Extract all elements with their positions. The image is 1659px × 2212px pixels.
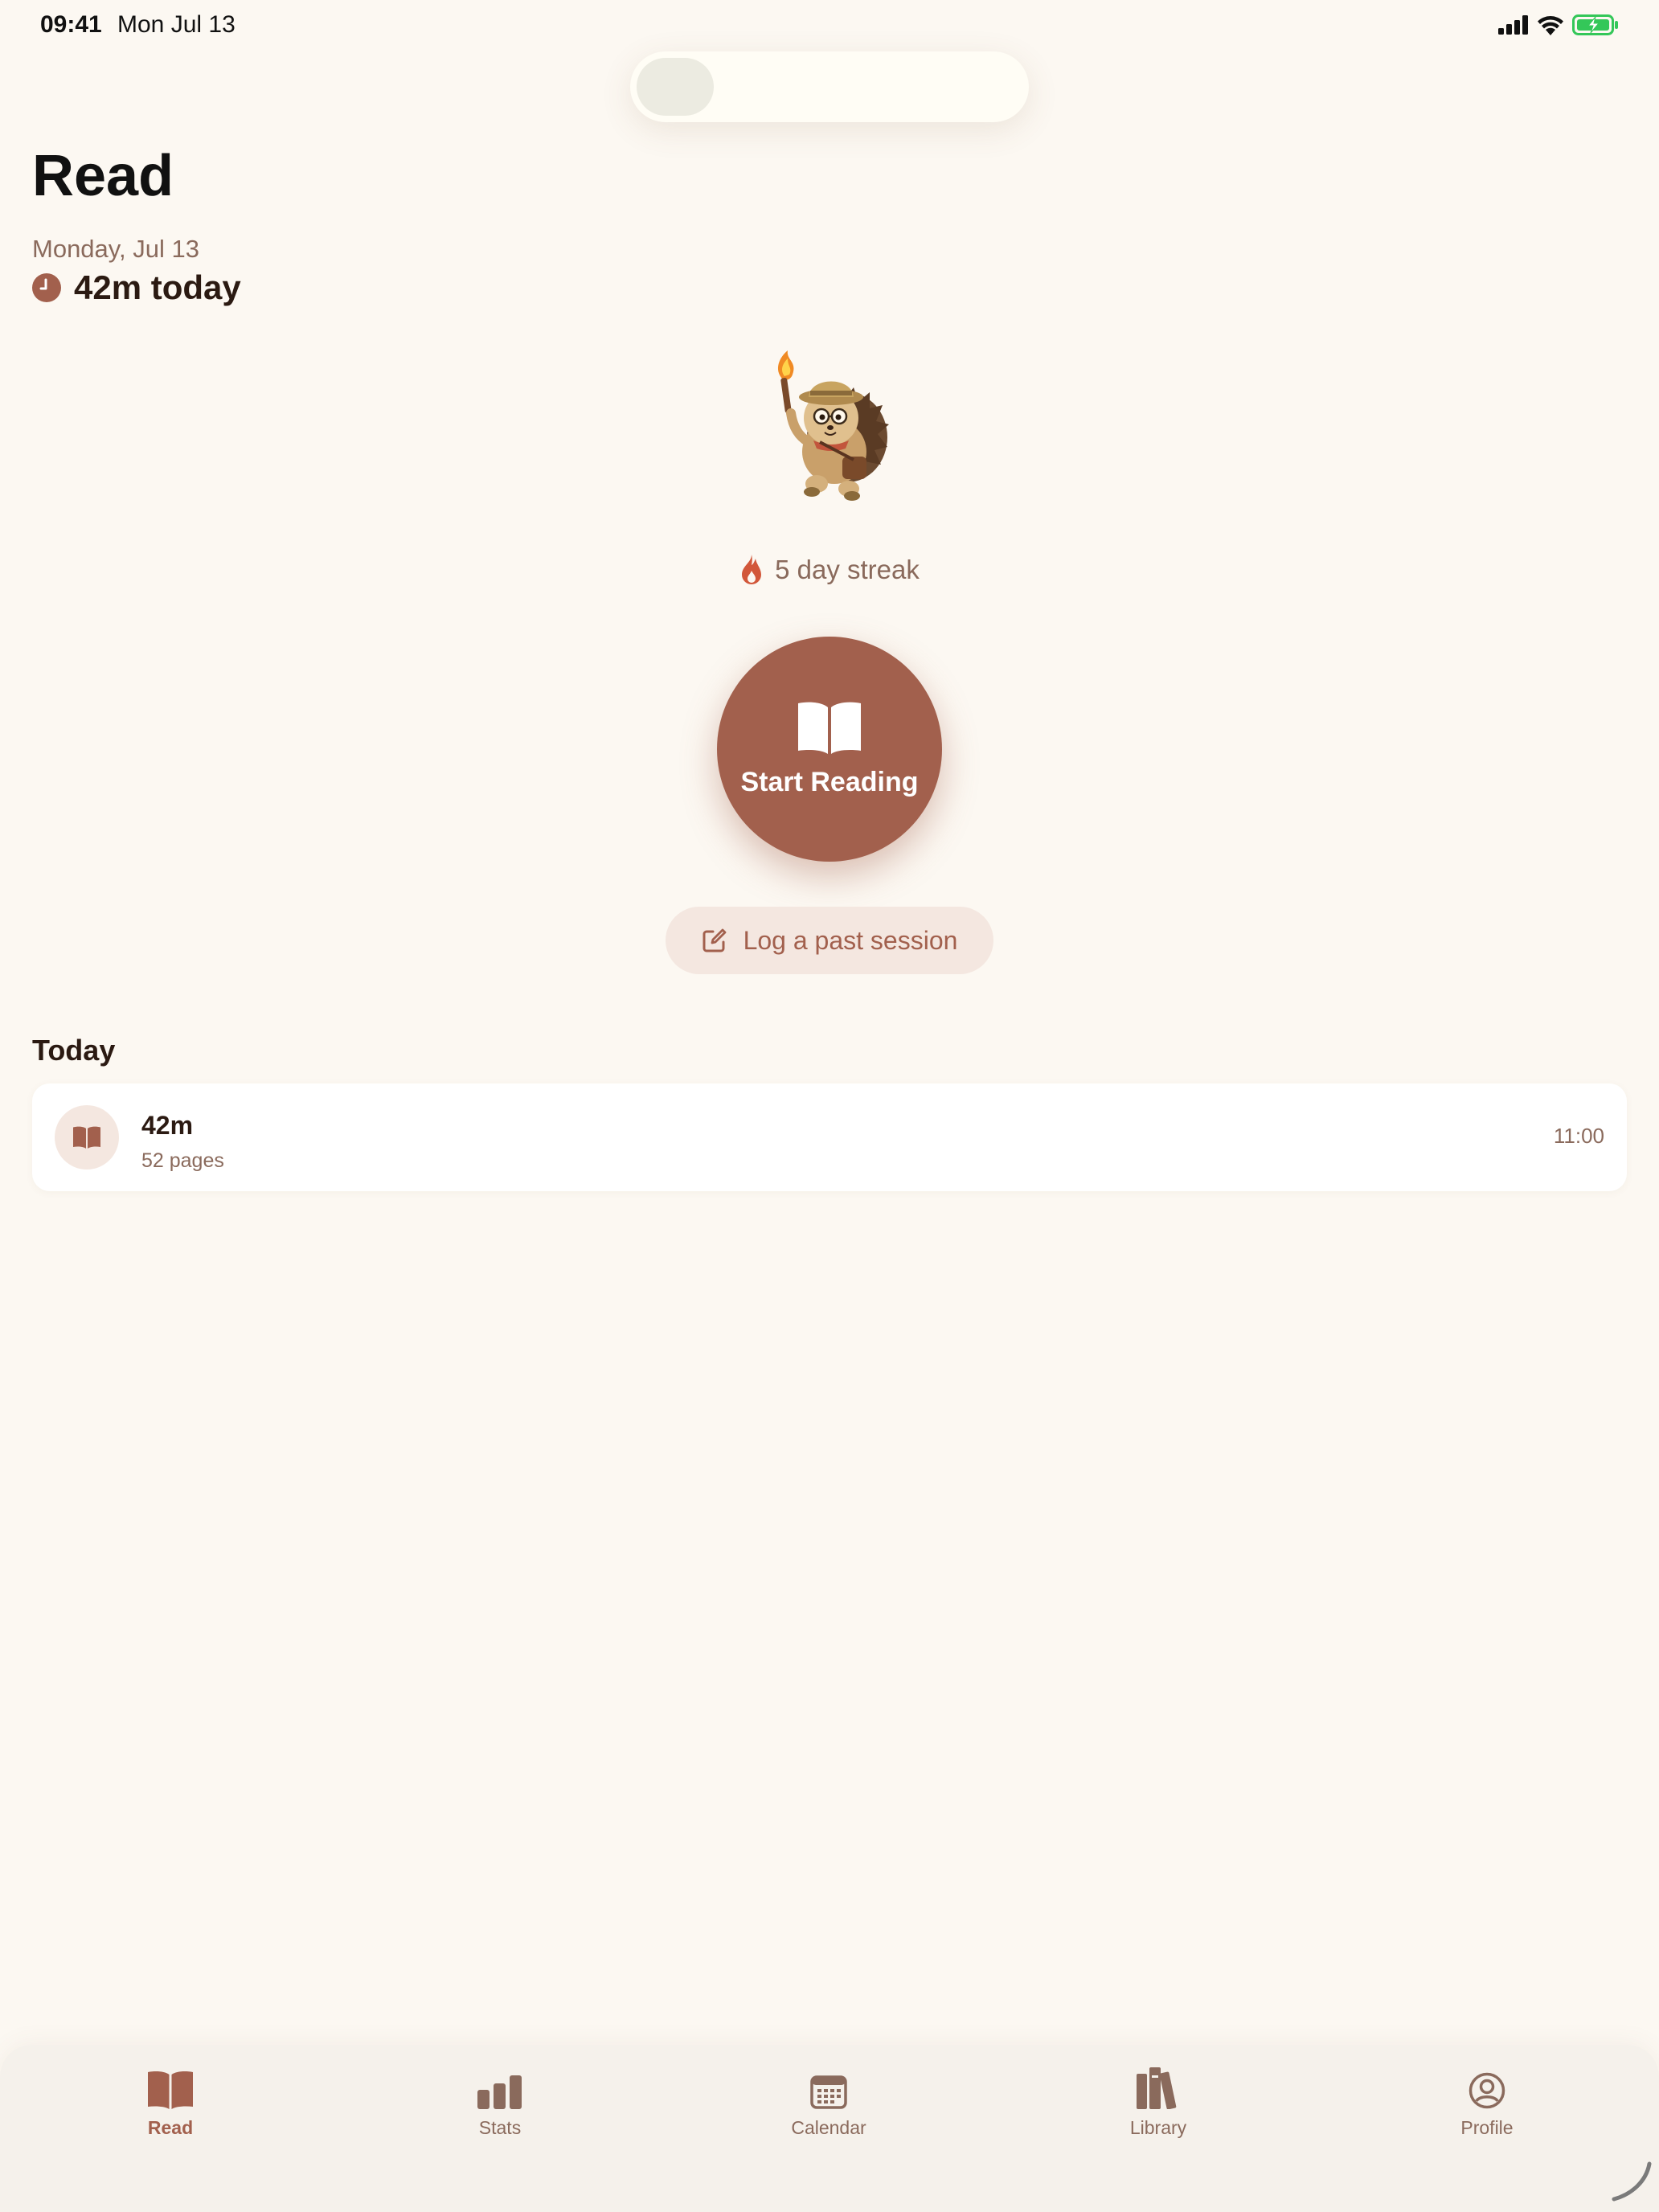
bar-chart-icon: [477, 2075, 522, 2109]
session-icon-badge: [55, 1105, 119, 1169]
status-time: 09:41: [40, 11, 102, 38]
today-total-text: 42m today: [74, 268, 241, 306]
books-icon: [1137, 2067, 1177, 2109]
status-bar: 09:41 Mon Jul 13: [0, 0, 1659, 51]
tab-stats[interactable]: Stats: [420, 2064, 580, 2153]
status-icons: [1498, 14, 1619, 35]
log-past-session-button[interactable]: Log a past session: [666, 907, 993, 974]
flame-icon: [742, 555, 762, 584]
tab-stats-label: Stats: [478, 2117, 522, 2138]
start-reading-label: Start Reading: [740, 766, 919, 797]
book-open-icon: [798, 702, 861, 754]
session-row[interactable]: 42m 52 pages 11:00: [32, 1083, 1627, 1191]
session-pages: 52 pages: [141, 1149, 224, 1172]
tab-calendar-label: Calendar: [791, 2117, 866, 2138]
current-date: Monday, Jul 13: [32, 235, 199, 263]
today-section-title: Today: [32, 1034, 116, 1067]
streak-indicator: 5 day streak: [0, 555, 1659, 585]
wifi-icon: [1538, 16, 1563, 35]
toggle-knob: [637, 58, 714, 116]
tab-calendar[interactable]: Calendar: [748, 2064, 909, 2153]
tab-library[interactable]: Library: [1078, 2064, 1239, 2153]
status-date: Mon Jul 13: [117, 11, 236, 38]
tab-read[interactable]: Read: [90, 2064, 251, 2153]
tab-profile[interactable]: Profile: [1407, 2064, 1567, 2153]
hedgehog-mascot-illustration: [777, 350, 889, 501]
tab-bar: Read Stats Calendar Library Profile: [0, 2045, 1659, 2212]
clock-icon: [32, 273, 61, 302]
calendar-icon: [810, 2075, 847, 2109]
start-reading-button[interactable]: Start Reading: [717, 637, 942, 862]
edit-square-icon: [703, 928, 726, 952]
session-duration: 42m: [141, 1111, 194, 1140]
tab-library-label: Library: [1129, 2117, 1187, 2138]
today-total: 42m today: [32, 268, 241, 307]
book-open-icon: [148, 2071, 193, 2109]
session-time: 11:00: [1553, 1124, 1604, 1148]
page-title: Read: [32, 144, 174, 208]
tab-read-label: Read: [147, 2117, 194, 2138]
book-open-icon: [73, 1126, 100, 1149]
log-past-session-label: Log a past session: [743, 925, 958, 955]
battery-charging-icon: [1572, 14, 1618, 35]
person-circle-icon: [1469, 2072, 1505, 2109]
top-toggle-pill[interactable]: [630, 51, 1029, 122]
tab-profile-label: Profile: [1460, 2117, 1514, 2138]
streak-label: 5 day streak: [775, 555, 920, 584]
cellular-signal-icon: [1498, 15, 1528, 35]
corner-grabber-icon: [1612, 2161, 1652, 2202]
